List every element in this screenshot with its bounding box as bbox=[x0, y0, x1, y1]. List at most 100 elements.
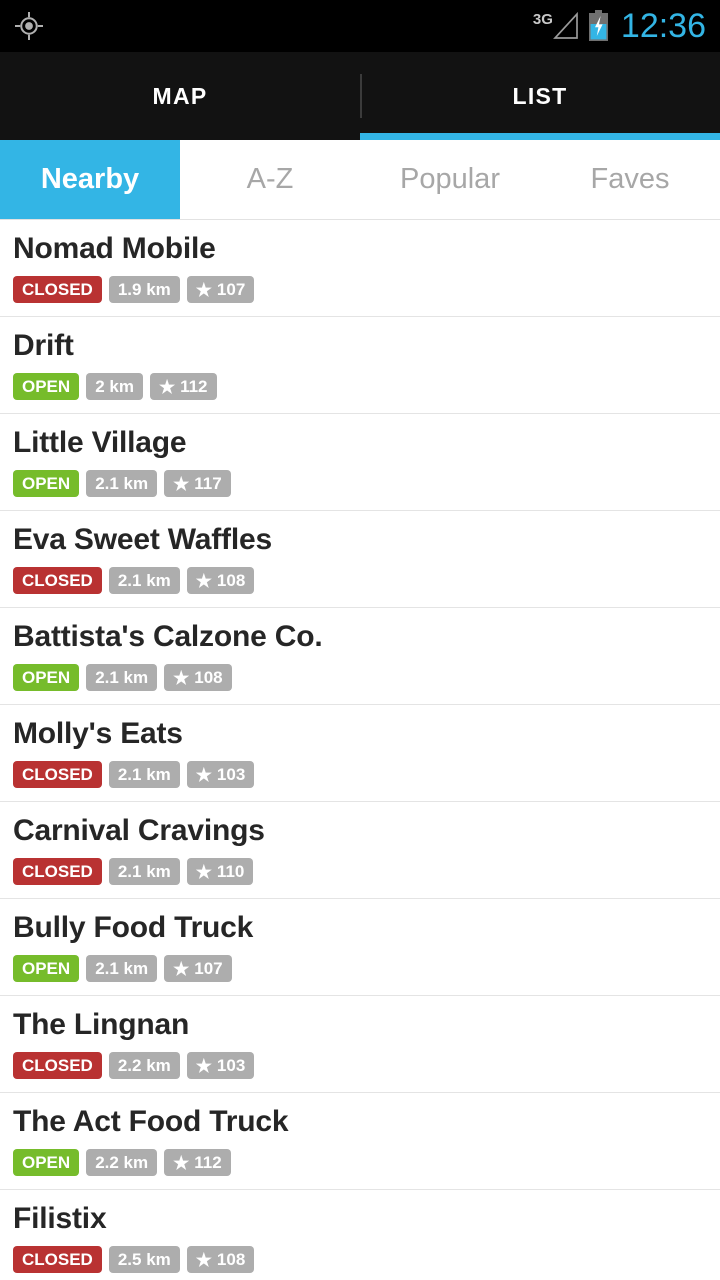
status-badge: OPEN bbox=[13, 1149, 80, 1176]
tab-list-label: LIST bbox=[512, 82, 568, 109]
venue-badges: CLOSED 2.1 km ★ 108 bbox=[13, 567, 720, 594]
star-icon: ★ bbox=[195, 764, 212, 785]
list-item[interactable]: Molly's Eats CLOSED 2.1 km ★ 103 bbox=[0, 705, 720, 802]
active-tab-underline bbox=[360, 133, 720, 140]
venue-badges: CLOSED 2.2 km ★ 103 bbox=[13, 1052, 720, 1079]
gps-location-icon bbox=[15, 12, 43, 40]
venue-badges: OPEN 2 km ★ 112 bbox=[13, 373, 720, 400]
tab-map[interactable]: MAP bbox=[0, 52, 360, 140]
rating-badge: ★ 112 bbox=[164, 1149, 231, 1176]
rating-badge: ★ 110 bbox=[186, 858, 254, 885]
status-bar-left bbox=[14, 11, 44, 41]
list-item[interactable]: Little Village OPEN 2.1 km ★ 117 bbox=[0, 414, 720, 511]
rating-value: 110 bbox=[216, 862, 245, 881]
venue-name: Eva Sweet Waffles bbox=[13, 523, 272, 556]
filter-tab-nearby-label: Nearby bbox=[40, 163, 140, 195]
star-icon: ★ bbox=[173, 1152, 190, 1173]
rating-badge: ★ 107 bbox=[164, 955, 232, 982]
distance-badge: 2.1 km bbox=[86, 470, 158, 497]
filter-tab-faves[interactable]: Faves bbox=[540, 140, 720, 219]
status-badge: CLOSED bbox=[13, 567, 102, 594]
distance-badge: 2.1 km bbox=[108, 567, 180, 594]
venue-list[interactable]: Nomad Mobile CLOSED 1.9 km ★ 107 Drift OPEN 2 k… bbox=[0, 220, 720, 1280]
list-item[interactable]: Battista's Calzone Co. OPEN 2.1 km ★ 108 bbox=[0, 608, 720, 705]
tab-list[interactable]: LIST bbox=[360, 52, 720, 140]
list-item[interactable]: Drift OPEN 2 km ★ 112 bbox=[0, 317, 720, 414]
star-icon: ★ bbox=[195, 570, 212, 591]
rating-badge: ★ 112 bbox=[149, 373, 217, 400]
status-badge: CLOSED bbox=[13, 276, 102, 303]
star-icon: ★ bbox=[173, 958, 190, 979]
filter-tab-popular-label: Popular bbox=[400, 163, 500, 195]
distance-badge: 2.2 km bbox=[108, 1052, 180, 1079]
list-item[interactable]: The Lingnan CLOSED 2.2 km ★ 103 bbox=[0, 996, 720, 1093]
tab-divider bbox=[360, 74, 362, 118]
status-bar-clock: 12:36 bbox=[620, 7, 706, 45]
filter-tab-a-z[interactable]: A-Z bbox=[180, 140, 360, 219]
venue-name: Little Village bbox=[13, 426, 187, 459]
venue-name: Carnival Cravings bbox=[13, 814, 265, 847]
venue-badges: OPEN 2.1 km ★ 117 bbox=[13, 470, 720, 497]
distance-badge: 2.1 km bbox=[86, 664, 158, 691]
venue-badges: OPEN 2.1 km ★ 108 bbox=[13, 664, 720, 691]
rating-badge: ★ 108 bbox=[164, 664, 232, 691]
list-item[interactable]: Eva Sweet Waffles CLOSED 2.1 km ★ 108 bbox=[0, 511, 720, 608]
venue-name: Drift bbox=[13, 329, 74, 362]
filter-tab-bar: Nearby A-Z Popular Faves bbox=[0, 140, 720, 220]
status-badge: CLOSED bbox=[13, 1246, 102, 1273]
venue-badges: CLOSED 1.9 km ★ 107 bbox=[13, 276, 720, 303]
signal-no-bars-icon bbox=[552, 11, 578, 39]
filter-tab-faves-label: Faves bbox=[590, 163, 670, 195]
rating-badge: ★ 107 bbox=[186, 276, 255, 303]
signal-indicator: 3G bbox=[533, 11, 579, 41]
venue-name: The Lingnan bbox=[13, 1008, 190, 1041]
status-badge: OPEN bbox=[13, 664, 80, 691]
star-icon: ★ bbox=[173, 667, 190, 688]
status-badge: OPEN bbox=[13, 470, 80, 497]
rating-value: 108 bbox=[194, 668, 223, 687]
star-icon: ★ bbox=[158, 376, 176, 397]
status-badge: CLOSED bbox=[13, 858, 102, 885]
distance-badge: 2.5 km bbox=[108, 1246, 180, 1273]
status-badge: CLOSED bbox=[13, 761, 102, 788]
rating-badge: ★ 108 bbox=[186, 567, 255, 594]
venue-name: Nomad Mobile bbox=[13, 232, 216, 265]
app-screen: 3G 12:36 MAP LIST Nearby A-Z Popular Fav… bbox=[0, 0, 720, 1280]
rating-badge: ★ 103 bbox=[186, 761, 255, 788]
status-bar: 3G 12:36 bbox=[0, 0, 720, 52]
venue-badges: CLOSED 2.1 km ★ 103 bbox=[13, 761, 720, 788]
distance-badge: 2 km bbox=[86, 373, 143, 400]
list-item[interactable]: Nomad Mobile CLOSED 1.9 km ★ 107 bbox=[0, 220, 720, 317]
star-icon: ★ bbox=[195, 1249, 212, 1270]
status-badge: OPEN bbox=[13, 373, 80, 400]
star-icon: ★ bbox=[195, 1055, 212, 1076]
rating-value: 112 bbox=[194, 1153, 222, 1172]
tab-map-label: MAP bbox=[152, 82, 208, 109]
list-item[interactable]: The Act Food Truck OPEN 2.2 km ★ 112 bbox=[0, 1093, 720, 1190]
star-icon: ★ bbox=[195, 279, 212, 300]
status-bar-right: 3G 12:36 bbox=[533, 9, 706, 43]
rating-value: 108 bbox=[216, 571, 246, 590]
battery-charging-icon bbox=[588, 10, 608, 41]
rating-badge: ★ 108 bbox=[186, 1246, 255, 1273]
distance-badge: 1.9 km bbox=[108, 276, 180, 303]
list-item[interactable]: Filistix CLOSED 2.5 km ★ 108 bbox=[0, 1190, 720, 1280]
venue-badges: CLOSED 2.5 km ★ 108 bbox=[13, 1246, 720, 1273]
venue-name: Filistix bbox=[13, 1202, 107, 1235]
filter-tab-a-z-label: A-Z bbox=[246, 163, 294, 195]
rating-value: 112 bbox=[180, 377, 208, 396]
filter-tab-popular[interactable]: Popular bbox=[360, 140, 540, 219]
filter-tab-nearby[interactable]: Nearby bbox=[0, 140, 180, 219]
star-icon: ★ bbox=[173, 473, 190, 494]
rating-value: 107 bbox=[216, 280, 246, 299]
rating-value: 117 bbox=[194, 474, 222, 493]
venue-name: Molly's Eats bbox=[13, 717, 183, 750]
distance-badge: 2.2 km bbox=[86, 1149, 158, 1176]
venue-badges: OPEN 2.1 km ★ 107 bbox=[13, 955, 720, 982]
rating-value: 108 bbox=[216, 1250, 246, 1269]
list-item[interactable]: Bully Food Truck OPEN 2.1 km ★ 107 bbox=[0, 899, 720, 996]
venue-badges: OPEN 2.2 km ★ 112 bbox=[13, 1149, 720, 1176]
status-badge: CLOSED bbox=[13, 1052, 102, 1079]
list-item[interactable]: Carnival Cravings CLOSED 2.1 km ★ 110 bbox=[0, 802, 720, 899]
network-type-label: 3G bbox=[532, 11, 553, 28]
